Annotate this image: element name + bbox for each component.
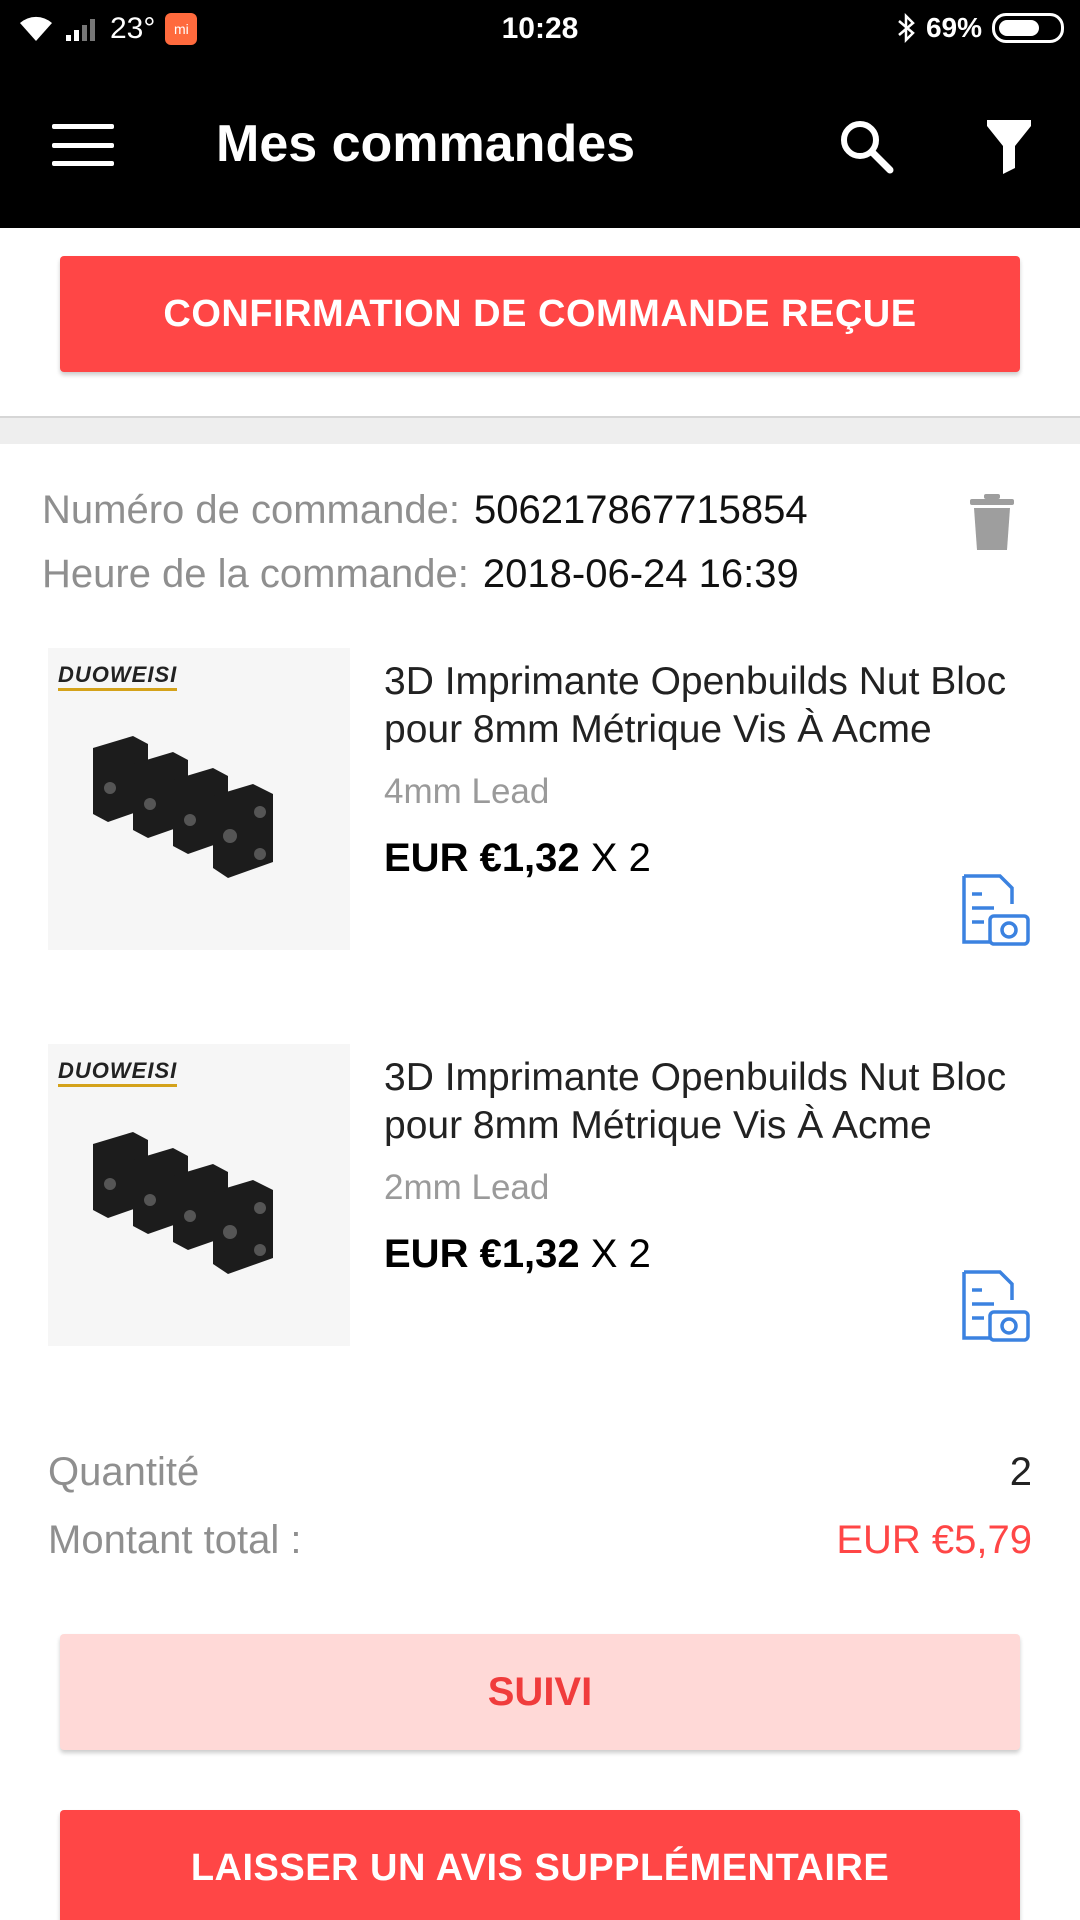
nut-blocks-illustration [93, 1132, 273, 1274]
status-bar: 23° mi 10:28 69% [0, 0, 1080, 60]
app-bar: Mes commandes [0, 60, 1080, 228]
total-amount-value: EUR €5,79 [836, 1518, 1032, 1562]
product-quantity: X 2 [590, 836, 651, 880]
confirm-section: CONFIRMATION DE COMMANDE REÇUE [0, 228, 1080, 416]
product-image[interactable]: DUOWEISI [48, 648, 350, 950]
battery-percent: 69% [925, 12, 982, 43]
brand-logo: DUOWEISI [58, 662, 178, 691]
battery-icon [992, 13, 1064, 43]
product-variant: 2mm Lead [384, 1168, 550, 1207]
total-amount-label: Montant total : [48, 1518, 302, 1562]
brand-logo: DUOWEISI [58, 1058, 178, 1087]
nut-blocks-illustration [93, 736, 273, 878]
order-number-row: Numéro de commande: 506217867715854 [42, 488, 808, 533]
quantity-value: 2 [1009, 1450, 1032, 1494]
quantity-label: Quantité [48, 1450, 200, 1494]
photo-review-icon[interactable] [958, 1270, 1030, 1342]
product-price: EUR €1,32 [384, 1232, 580, 1276]
status-bar-right: 69% [896, 12, 1064, 44]
order-number-value: 506217867715854 [473, 488, 808, 532]
product-title[interactable]: 3D Imprimante Openbuilds Nut Bloc pour 8… [384, 1054, 1024, 1150]
trash-icon[interactable] [970, 494, 1014, 550]
order-time-row: Heure de la commande: 2018-06-24 16:39 [42, 552, 799, 597]
bluetooth-icon [898, 13, 915, 43]
product-title[interactable]: 3D Imprimante Openbuilds Nut Bloc pour 8… [384, 658, 1024, 754]
order-time-label: Heure de la commande: [42, 552, 469, 596]
total-amount-row: Montant total : EUR €5,79 [48, 1518, 1032, 1563]
product-quantity: X 2 [590, 1232, 651, 1276]
product-variant: 4mm Lead [384, 772, 550, 811]
page-title: Mes commandes [216, 115, 636, 173]
product-price-row: EUR €1,32 X 2 [384, 1232, 651, 1277]
order-time-value: 2018-06-24 16:39 [482, 552, 799, 596]
order-item[interactable]: DUOWEISI 3D Imprimante Openbuilds Nut Bl… [48, 648, 1048, 950]
product-image[interactable]: DUOWEISI [48, 1044, 350, 1346]
tracking-button[interactable]: SUIVI [60, 1634, 1020, 1750]
filter-icon[interactable] [986, 118, 1032, 174]
product-price-row: EUR €1,32 X 2 [384, 836, 651, 881]
product-price: EUR €1,32 [384, 836, 580, 880]
order-number-label: Numéro de commande: [42, 488, 460, 532]
section-divider [0, 416, 1080, 444]
photo-review-icon[interactable] [958, 874, 1030, 946]
confirm-receipt-button[interactable]: CONFIRMATION DE COMMANDE REÇUE [60, 256, 1020, 372]
hamburger-menu-icon[interactable] [52, 124, 114, 166]
quantity-row: Quantité 2 [48, 1450, 1032, 1495]
search-icon[interactable] [836, 116, 896, 176]
order-item[interactable]: DUOWEISI 3D Imprimante Openbuilds Nut Bl… [48, 1044, 1048, 1346]
leave-review-button[interactable]: LAISSER UN AVIS SUPPLÉMENTAIRE [60, 1810, 1020, 1920]
